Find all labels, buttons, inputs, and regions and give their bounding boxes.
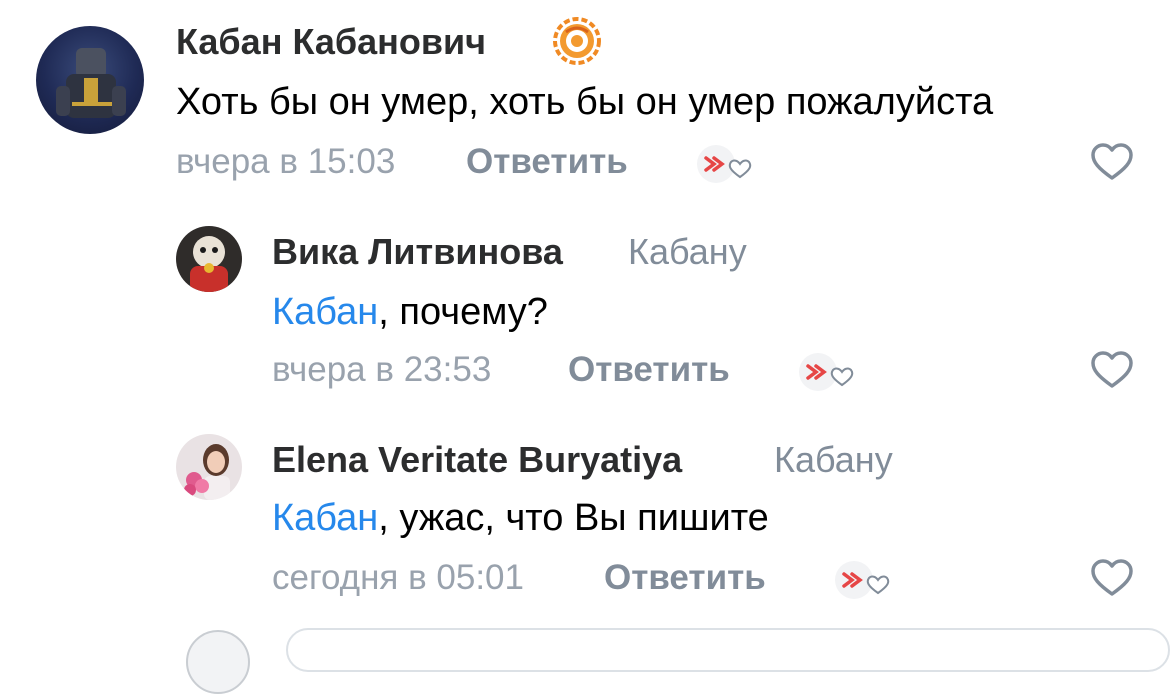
heart-outline-icon[interactable]: [1088, 348, 1136, 392]
avatar-image: [184, 444, 230, 500]
comment-time[interactable]: сегодня в 05:01: [272, 556, 524, 600]
mention-link[interactable]: Кабан: [272, 291, 378, 333]
comment-text: Кабан, почему?: [272, 290, 548, 334]
reply-button[interactable]: Ответить: [466, 140, 628, 184]
comment-input[interactable]: [286, 628, 1170, 672]
avatar[interactable]: [176, 434, 242, 500]
comment-author[interactable]: Вика Литвинова: [272, 230, 563, 274]
heart-outline-icon[interactable]: [1088, 140, 1136, 184]
donut-badge-icon[interactable]: [548, 12, 606, 70]
reply-to-label[interactable]: Кабану: [774, 438, 893, 482]
comment-text-body: , ужас, что Вы пишите: [378, 497, 769, 539]
reply-to-label[interactable]: Кабану: [628, 230, 747, 274]
comment-author[interactable]: Кабан Кабанович: [176, 20, 486, 64]
comment-author[interactable]: Elena Veritate Buryatiya: [272, 438, 682, 482]
avatar-image: [190, 236, 228, 292]
avatar[interactable]: [176, 226, 242, 292]
avatar[interactable]: [36, 26, 144, 134]
mention-link[interactable]: Кабан: [272, 497, 378, 539]
reaction-icon[interactable]: [796, 348, 858, 392]
composer-avatar[interactable]: [186, 630, 250, 694]
reaction-icon[interactable]: [832, 556, 894, 600]
comment-text-body: , почему?: [378, 291, 548, 333]
avatar-image: [56, 48, 126, 118]
comment-time[interactable]: вчера в 23:53: [272, 348, 491, 392]
comment-text: Хоть бы он умер, хоть бы он умер пожалуй…: [176, 81, 994, 123]
reaction-icon[interactable]: [694, 140, 756, 184]
reply-button[interactable]: Ответить: [604, 556, 766, 600]
reply-button[interactable]: Ответить: [568, 348, 730, 392]
heart-outline-icon[interactable]: [1088, 556, 1136, 600]
comment-text: Кабан, ужас, что Вы пишите: [272, 496, 769, 540]
comment-time[interactable]: вчера в 15:03: [176, 140, 395, 184]
